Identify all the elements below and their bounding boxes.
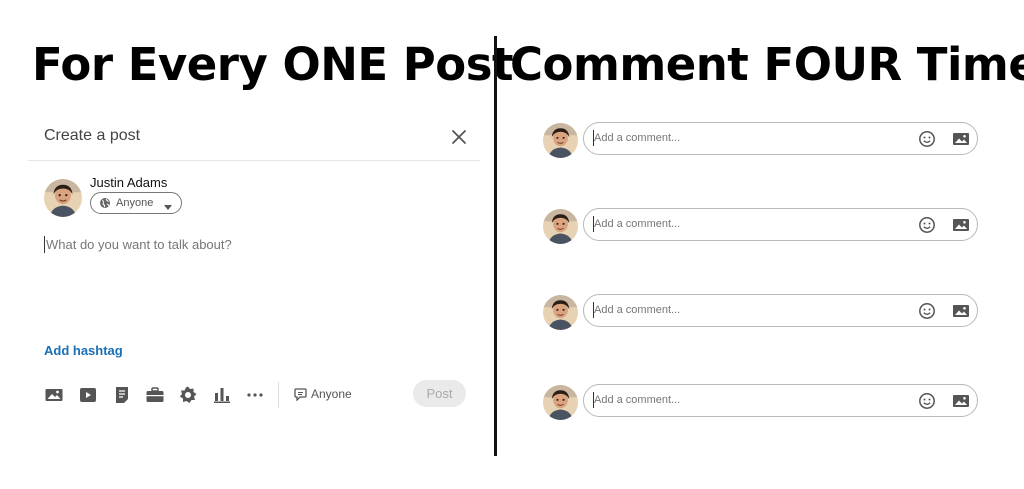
emoji-icon[interactable] xyxy=(918,130,936,153)
avatar xyxy=(543,209,578,244)
avatar xyxy=(543,295,578,330)
comment-placeholder: Add a comment... xyxy=(594,304,681,316)
text-cursor xyxy=(44,236,45,253)
add-hashtag-link[interactable]: Add hashtag xyxy=(44,343,123,358)
avatar xyxy=(543,385,578,420)
toolbar-divider xyxy=(278,382,279,408)
create-post-dialog: Create a post Justin Adams Anyone What d… xyxy=(28,110,480,430)
author-name: Justin Adams xyxy=(90,175,168,190)
comment-row: Add a comment... xyxy=(543,382,983,422)
comment-input[interactable]: Add a comment... xyxy=(583,208,978,241)
emoji-icon[interactable] xyxy=(918,216,936,239)
image-icon[interactable] xyxy=(952,216,970,239)
job-icon[interactable] xyxy=(145,385,165,405)
speech-bubble-icon xyxy=(294,388,307,401)
comment-placeholder: Add a comment... xyxy=(594,218,681,230)
comment-placeholder: Add a comment... xyxy=(594,132,681,144)
create-post-header: Create a post xyxy=(28,110,480,161)
comment-input[interactable]: Add a comment... xyxy=(583,384,978,417)
video-icon[interactable] xyxy=(78,385,98,405)
comment-row: Add a comment... xyxy=(543,206,983,246)
photo-icon[interactable] xyxy=(44,385,64,405)
avatar xyxy=(44,179,82,217)
comment-row: Add a comment... xyxy=(543,120,983,160)
headline-left: For Every ONE Post xyxy=(32,38,514,91)
image-icon[interactable] xyxy=(952,302,970,325)
image-icon[interactable] xyxy=(952,392,970,415)
comment-row: Add a comment... xyxy=(543,292,983,332)
post-visibility-dropdown[interactable]: Anyone xyxy=(90,192,182,214)
composer-placeholder: What do you want to talk about? xyxy=(46,237,232,252)
caret-down-icon xyxy=(164,201,172,213)
comment-visibility-label: Anyone xyxy=(311,387,352,401)
center-divider xyxy=(494,36,497,456)
emoji-icon[interactable] xyxy=(918,392,936,415)
headline-right: Comment FOUR Times xyxy=(510,38,1024,91)
document-icon[interactable] xyxy=(112,385,132,405)
post-button[interactable]: Post xyxy=(413,380,466,407)
more-icon[interactable] xyxy=(245,385,265,405)
close-icon[interactable] xyxy=(448,126,470,148)
post-visibility-label: Anyone xyxy=(116,197,154,209)
create-post-title: Create a post xyxy=(44,127,141,144)
image-icon[interactable] xyxy=(952,130,970,153)
post-composer-input[interactable]: What do you want to talk about? xyxy=(44,236,464,317)
comment-input[interactable]: Add a comment... xyxy=(583,122,978,155)
comment-input[interactable]: Add a comment... xyxy=(583,294,978,327)
emoji-icon[interactable] xyxy=(918,302,936,325)
avatar xyxy=(543,123,578,158)
poll-icon[interactable] xyxy=(212,385,232,405)
globe-icon xyxy=(99,197,111,212)
comment-placeholder: Add a comment... xyxy=(594,394,681,406)
celebrate-icon[interactable] xyxy=(178,385,198,405)
